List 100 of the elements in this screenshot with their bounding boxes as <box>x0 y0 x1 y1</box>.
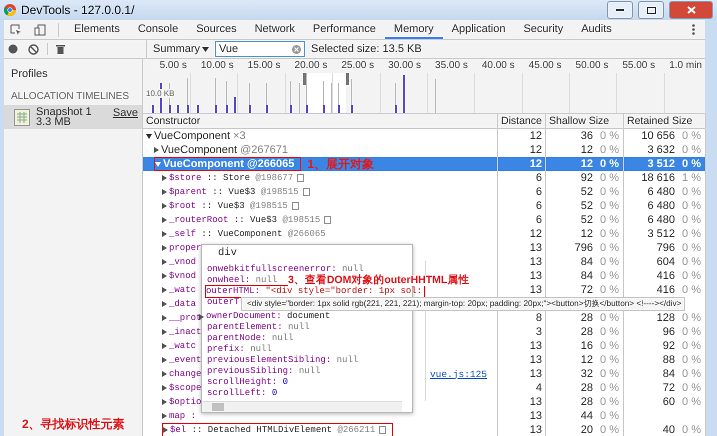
column-header[interactable]: Distance <box>498 114 546 128</box>
percent-cell: 0 % <box>682 424 701 436</box>
percent-cell: 0 % <box>600 228 619 240</box>
property-name: $scope <box>169 383 202 393</box>
table-cell: 12 <box>580 354 593 366</box>
time-tick-label: 40.00 s <box>480 59 516 73</box>
record-icon[interactable] <box>8 44 18 54</box>
time-tick-label: 15.00 s <box>246 59 282 73</box>
annotation-text: 2、寻找标识性元素 <box>21 416 126 433</box>
table-cell: 28 <box>580 326 593 338</box>
tab[interactable]: Security <box>514 20 572 39</box>
column-header[interactable]: Constructor <box>143 114 498 128</box>
percent-cell: 0 % <box>682 326 701 338</box>
table-cell: 3 632 <box>647 144 675 156</box>
time-tick-label: 55.00 s <box>621 59 656 73</box>
property-name: $vnod <box>169 271 196 281</box>
table-cell: 796 <box>656 242 675 254</box>
table-cell: 8 <box>536 312 542 324</box>
reveal-icon[interactable] <box>302 188 310 196</box>
table-cell: 13 <box>530 256 542 268</box>
table-cell: 92 <box>580 172 593 184</box>
browser-logo-icon <box>4 4 16 16</box>
percent-cell: 0 % <box>600 284 619 296</box>
percent-cell: 0 % <box>600 382 619 394</box>
save-link[interactable]: Save <box>112 107 138 119</box>
table-cell: 13 <box>530 242 542 254</box>
time-tick-label: 50.00 s <box>574 59 610 73</box>
table-cell: 28 <box>580 312 593 324</box>
table-cell: 6 <box>536 214 542 226</box>
percent-cell: 0 % <box>600 368 619 380</box>
percent-cell: 0 % <box>600 270 619 282</box>
reveal-icon[interactable] <box>379 426 386 434</box>
source-link[interactable]: vue.js:125 <box>430 368 487 380</box>
constructor-name: VueComponent @267671 <box>161 144 288 156</box>
property-name: $root :: Vue$3 @198515 <box>169 201 288 211</box>
percent-cell: 0 % <box>682 354 701 366</box>
expand-arrow-icon[interactable] <box>163 427 168 433</box>
table-cell: 44 <box>580 410 593 422</box>
view-dropdown[interactable]: Summary <box>147 43 209 55</box>
table-cell: 60 <box>662 396 675 408</box>
tab[interactable]: Console <box>128 20 188 39</box>
property-line: previousSibling: null <box>207 366 320 377</box>
annotation-text: 3、查看DOM对象的outerHHTML属性 <box>288 275 470 286</box>
column-header[interactable]: Retained Size <box>624 114 706 128</box>
selected-row[interactable]: VueComponent @266065 1、展开对象 12 12 0 % 3 512 0 % <box>143 157 705 171</box>
table-cell: 32 <box>580 368 593 380</box>
close-button[interactable] <box>669 1 713 19</box>
column-header[interactable]: Shallow Size <box>546 114 624 128</box>
minimize-button[interactable] <box>607 1 633 19</box>
table-cell: 6 480 <box>647 186 675 198</box>
tab[interactable]: Network <box>246 20 304 39</box>
table-cell: 92 <box>662 340 675 352</box>
percent-cell: 0 % <box>682 214 701 226</box>
time-tick-label: 1.0 min <box>668 59 703 73</box>
range-handle[interactable] <box>346 73 349 85</box>
percent-cell: 0 % <box>682 312 701 324</box>
time-tick-label: 30.00 s <box>387 59 422 73</box>
table-cell: 28 <box>580 396 593 408</box>
property-line: scrollLeft: 0 <box>207 388 278 399</box>
property-name: _vnod <box>169 257 196 267</box>
table-cell: 20 <box>580 424 593 436</box>
percent-cell: 0 % <box>682 284 701 296</box>
table-cell: 72 <box>580 284 593 296</box>
tab[interactable]: Performance <box>304 20 385 39</box>
property-line: previousElementSibling: null <box>207 355 358 366</box>
tab[interactable]: Elements <box>65 20 129 39</box>
table-cell: 36 <box>580 130 593 142</box>
tab[interactable]: Sources <box>187 20 246 39</box>
constructor-name: VueComponent @266065 <box>163 158 294 170</box>
snapshot-item[interactable]: Snapshot 1 3.3 MB Save <box>4 105 142 129</box>
property-name: change <box>169 369 202 379</box>
percent-cell: 1 % <box>682 172 701 184</box>
filter-field[interactable]: Vue <box>215 41 305 57</box>
maximize-button[interactable] <box>638 1 664 19</box>
property-line: outerT <box>207 297 240 308</box>
range-handle[interactable] <box>303 73 306 85</box>
table-cell: 16 <box>580 340 593 352</box>
percent-cell: 0 % <box>600 158 619 170</box>
percent-cell: 0 % <box>600 186 619 198</box>
percent-cell: 0 % <box>682 158 701 170</box>
minimize-icon <box>616 8 624 12</box>
reveal-icon[interactable] <box>297 174 304 182</box>
percent-cell: 0 % <box>682 256 701 268</box>
property-name: _data <box>169 299 196 309</box>
snapshot-name: Snapshot 1 <box>36 107 93 117</box>
table-cell: 13 <box>530 368 542 380</box>
clear-input-icon[interactable] <box>292 44 301 54</box>
reveal-icon[interactable] <box>292 202 299 210</box>
tab[interactable]: Audits <box>572 20 621 39</box>
clear-icon[interactable] <box>28 44 39 54</box>
property-name: _inact <box>169 327 202 337</box>
percent-cell: 0 % <box>682 144 701 156</box>
tab[interactable]: Application <box>442 20 514 39</box>
reveal-icon[interactable] <box>324 216 332 224</box>
percent-cell: 0 % <box>600 242 619 254</box>
trash-icon[interactable] <box>56 44 65 54</box>
percent-cell: 0 % <box>682 382 701 394</box>
percent-cell: 0 % <box>600 396 619 408</box>
tooltip: <div style="border: 1px solid rgb(221, 221, 221); margin-top: 20px; padding: 20px;"><button>切换</button> <!----></div> <box>241 297 686 311</box>
expand-arrow-icon[interactable] <box>199 314 204 320</box>
